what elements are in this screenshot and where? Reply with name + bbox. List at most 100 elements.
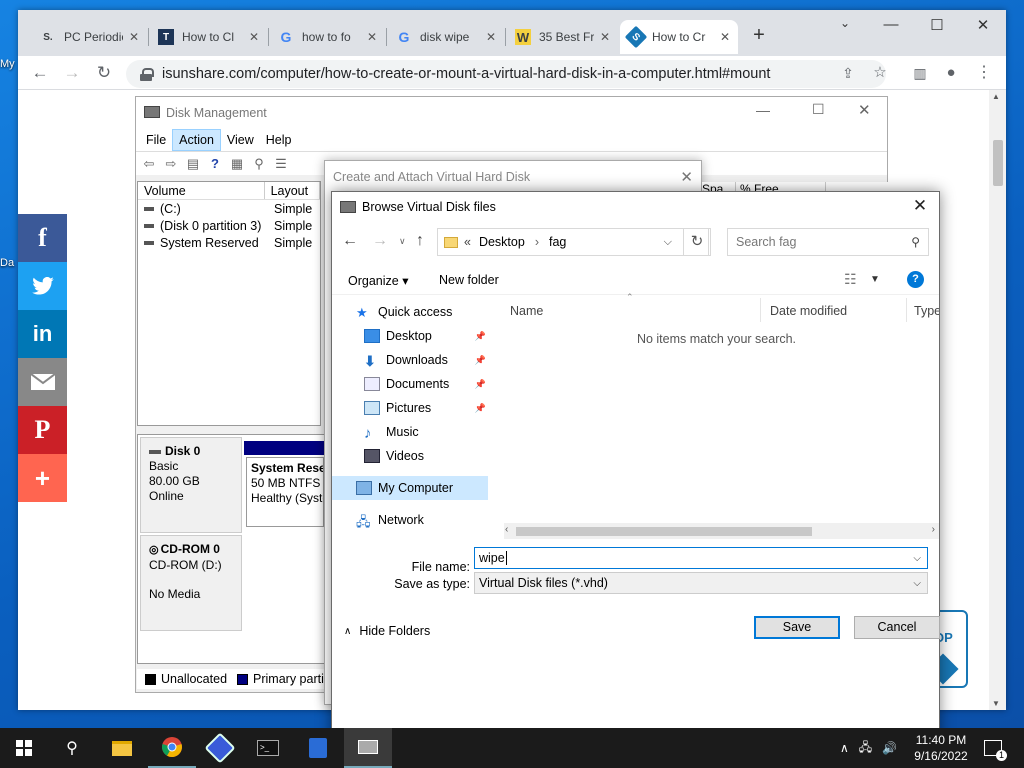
scrollbar-thumb[interactable] (993, 140, 1003, 186)
network-icon[interactable]: 🖧 (859, 738, 872, 759)
col-date-modified[interactable]: Date modified (770, 298, 908, 324)
menu-view[interactable]: View (221, 130, 260, 150)
nav-pictures[interactable]: Pictures 📌 (332, 396, 492, 420)
path-overflow[interactable]: « (464, 235, 471, 249)
tab-pc-periodic[interactable]: S. PC Periodic ✕ (32, 20, 147, 54)
notification-button[interactable]: 1 (984, 728, 1007, 768)
cdrom-header[interactable]: ◎ CD-ROM 0 CD-ROM (D:) No Media (140, 535, 242, 631)
address-breadcrumb[interactable]: « Desktop › fag ⌵ (437, 228, 709, 256)
volume-row[interactable]: (C:) Simple (138, 200, 320, 217)
save-type-select[interactable]: Virtual Disk files (*.vhd) ⌵ (474, 572, 928, 594)
breadcrumb-desktop[interactable]: Desktop (479, 235, 525, 249)
menu-file[interactable]: File (140, 130, 172, 150)
ca-close-button[interactable]: ✕ (680, 168, 693, 186)
breadcrumb-fag[interactable]: fag (549, 235, 566, 249)
save-button[interactable]: Save (754, 616, 840, 639)
forward-button[interactable]: → (60, 61, 84, 85)
menu-help[interactable]: Help (260, 130, 298, 150)
bookmark-star-icon[interactable]: ☆ (868, 61, 892, 85)
nav-music[interactable]: ♪ Music (332, 420, 492, 444)
file-name-input[interactable]: wipe ⌵ (474, 547, 928, 569)
share-icon[interactable]: ⇪ (836, 61, 860, 85)
back-arrow-icon[interactable]: ← (342, 232, 358, 250)
side-panel-icon[interactable]: ▥ (908, 61, 932, 85)
help-icon[interactable]: ? (907, 271, 924, 288)
back-button[interactable]: ← (28, 61, 52, 85)
minimize-button[interactable]: — (876, 16, 906, 33)
chevron-up-icon[interactable]: ∧ (840, 741, 849, 755)
nav-my-computer[interactable]: My Computer (332, 476, 492, 500)
chrome-icon[interactable] (148, 728, 196, 768)
search-input[interactable]: Search fag ⚲ (727, 228, 929, 256)
scroll-left-icon[interactable]: ‹ (505, 524, 508, 535)
app-icon-blue[interactable] (196, 728, 244, 768)
file-explorer-icon[interactable] (98, 728, 146, 768)
start-button[interactable] (0, 728, 48, 768)
nav-downloads[interactable]: ⬇ Downloads 📌 (332, 348, 492, 372)
chevron-down-icon[interactable]: ⌵ (664, 236, 672, 249)
col-type[interactable]: Type (914, 298, 939, 324)
page-scrollbar[interactable]: ▲ ▼ (989, 90, 1006, 710)
forward-arrow-icon[interactable]: → (372, 232, 388, 250)
close-icon[interactable]: ✕ (600, 30, 610, 44)
up-arrow-icon[interactable]: ↑ (416, 232, 424, 250)
scroll-right-icon[interactable]: › (932, 524, 935, 535)
linkedin-share-button[interactable]: in (18, 310, 67, 358)
maximize-button[interactable]: ☐ (922, 16, 952, 34)
volume-row[interactable]: System Reserved Simple (138, 234, 320, 251)
close-icon[interactable]: ✕ (129, 30, 139, 44)
organize-button[interactable]: Organize ▾ (348, 273, 408, 288)
menu-kebab-icon[interactable]: ⋮ (972, 61, 996, 85)
nav-videos[interactable]: Videos (332, 444, 492, 468)
tab-35-best[interactable]: W 35 Best Fr ✕ (507, 20, 618, 54)
view-dropdown-icon[interactable]: ▼ (870, 274, 880, 285)
recent-dropdown-icon[interactable]: ∨ (399, 236, 406, 247)
reload-button[interactable]: ↻ (92, 61, 116, 85)
new-tab-button[interactable]: + (744, 24, 774, 47)
forward-arrow-icon[interactable]: ⇨ (162, 156, 180, 172)
disk-tool-icon[interactable] (294, 728, 342, 768)
dm-minimize-button[interactable]: — (756, 102, 770, 118)
tab-how-to-create[interactable]: S How to Cr ✕ (620, 20, 738, 54)
volume-row[interactable]: (Disk 0 partition 3) Simple (138, 217, 320, 234)
nav-documents[interactable]: Documents 📌 (332, 372, 492, 396)
col-name[interactable]: Name (510, 298, 764, 324)
partition-block[interactable]: System Reser 50 MB NTFS Healthy (Syste (246, 457, 324, 527)
address-bar[interactable]: isunshare.com/computer/how-to-create-or-… (126, 60, 886, 88)
tab-search-icon[interactable]: ⌄ (830, 16, 860, 30)
hide-folders-button[interactable]: ∧ Hide Folders (344, 624, 430, 638)
cancel-button[interactable]: Cancel (854, 616, 940, 639)
col-layout[interactable]: Layout (265, 182, 320, 199)
nav-network[interactable]: 🖧 Network (332, 508, 492, 532)
terminal-icon[interactable]: >_ (244, 728, 292, 768)
browse-close-button[interactable]: ✕ (909, 196, 931, 216)
new-folder-button[interactable]: New folder (439, 273, 499, 287)
help-icon[interactable]: ? (206, 156, 224, 172)
properties-icon[interactable]: ▦ (228, 156, 246, 172)
nav-quick-access[interactable]: ★ Quick access (332, 300, 492, 324)
chevron-down-icon[interactable]: ⌵ (913, 553, 921, 564)
disk0-header[interactable]: Disk 0 Basic 80.00 GB Online (140, 437, 242, 533)
clock[interactable]: 11:40 PM 9/16/2022 (906, 728, 976, 768)
scrollbar-thumb[interactable] (516, 527, 812, 536)
disk-management-taskbar-icon[interactable] (344, 728, 392, 768)
window-close-button[interactable]: ✕ (968, 16, 998, 34)
close-icon[interactable]: ✕ (486, 30, 496, 44)
email-share-button[interactable] (18, 358, 67, 406)
close-icon[interactable]: ✕ (367, 30, 377, 44)
search-icon[interactable]: ⚲ (48, 728, 96, 768)
list-icon[interactable]: ☰ (272, 156, 290, 172)
close-icon[interactable]: ✕ (720, 30, 730, 44)
dm-maximize-button[interactable]: ☐ (812, 101, 825, 118)
view-options-icon[interactable]: ☷ (844, 271, 857, 288)
col-volume[interactable]: Volume (138, 182, 265, 199)
close-icon[interactable]: ✕ (249, 30, 259, 44)
back-arrow-icon[interactable]: ⇦ (140, 156, 158, 172)
profile-avatar[interactable]: ● (939, 61, 963, 85)
menu-action[interactable]: Action (172, 129, 221, 151)
refresh-button[interactable]: ↻ (683, 228, 711, 256)
tab-how-to-format[interactable]: G how to fo ✕ (270, 20, 385, 54)
tab-disk-wipe[interactable]: G disk wipe ✕ (388, 20, 504, 54)
dm-close-button[interactable]: ✕ (858, 101, 871, 119)
connect-icon[interactable]: ⚲ (250, 156, 268, 172)
